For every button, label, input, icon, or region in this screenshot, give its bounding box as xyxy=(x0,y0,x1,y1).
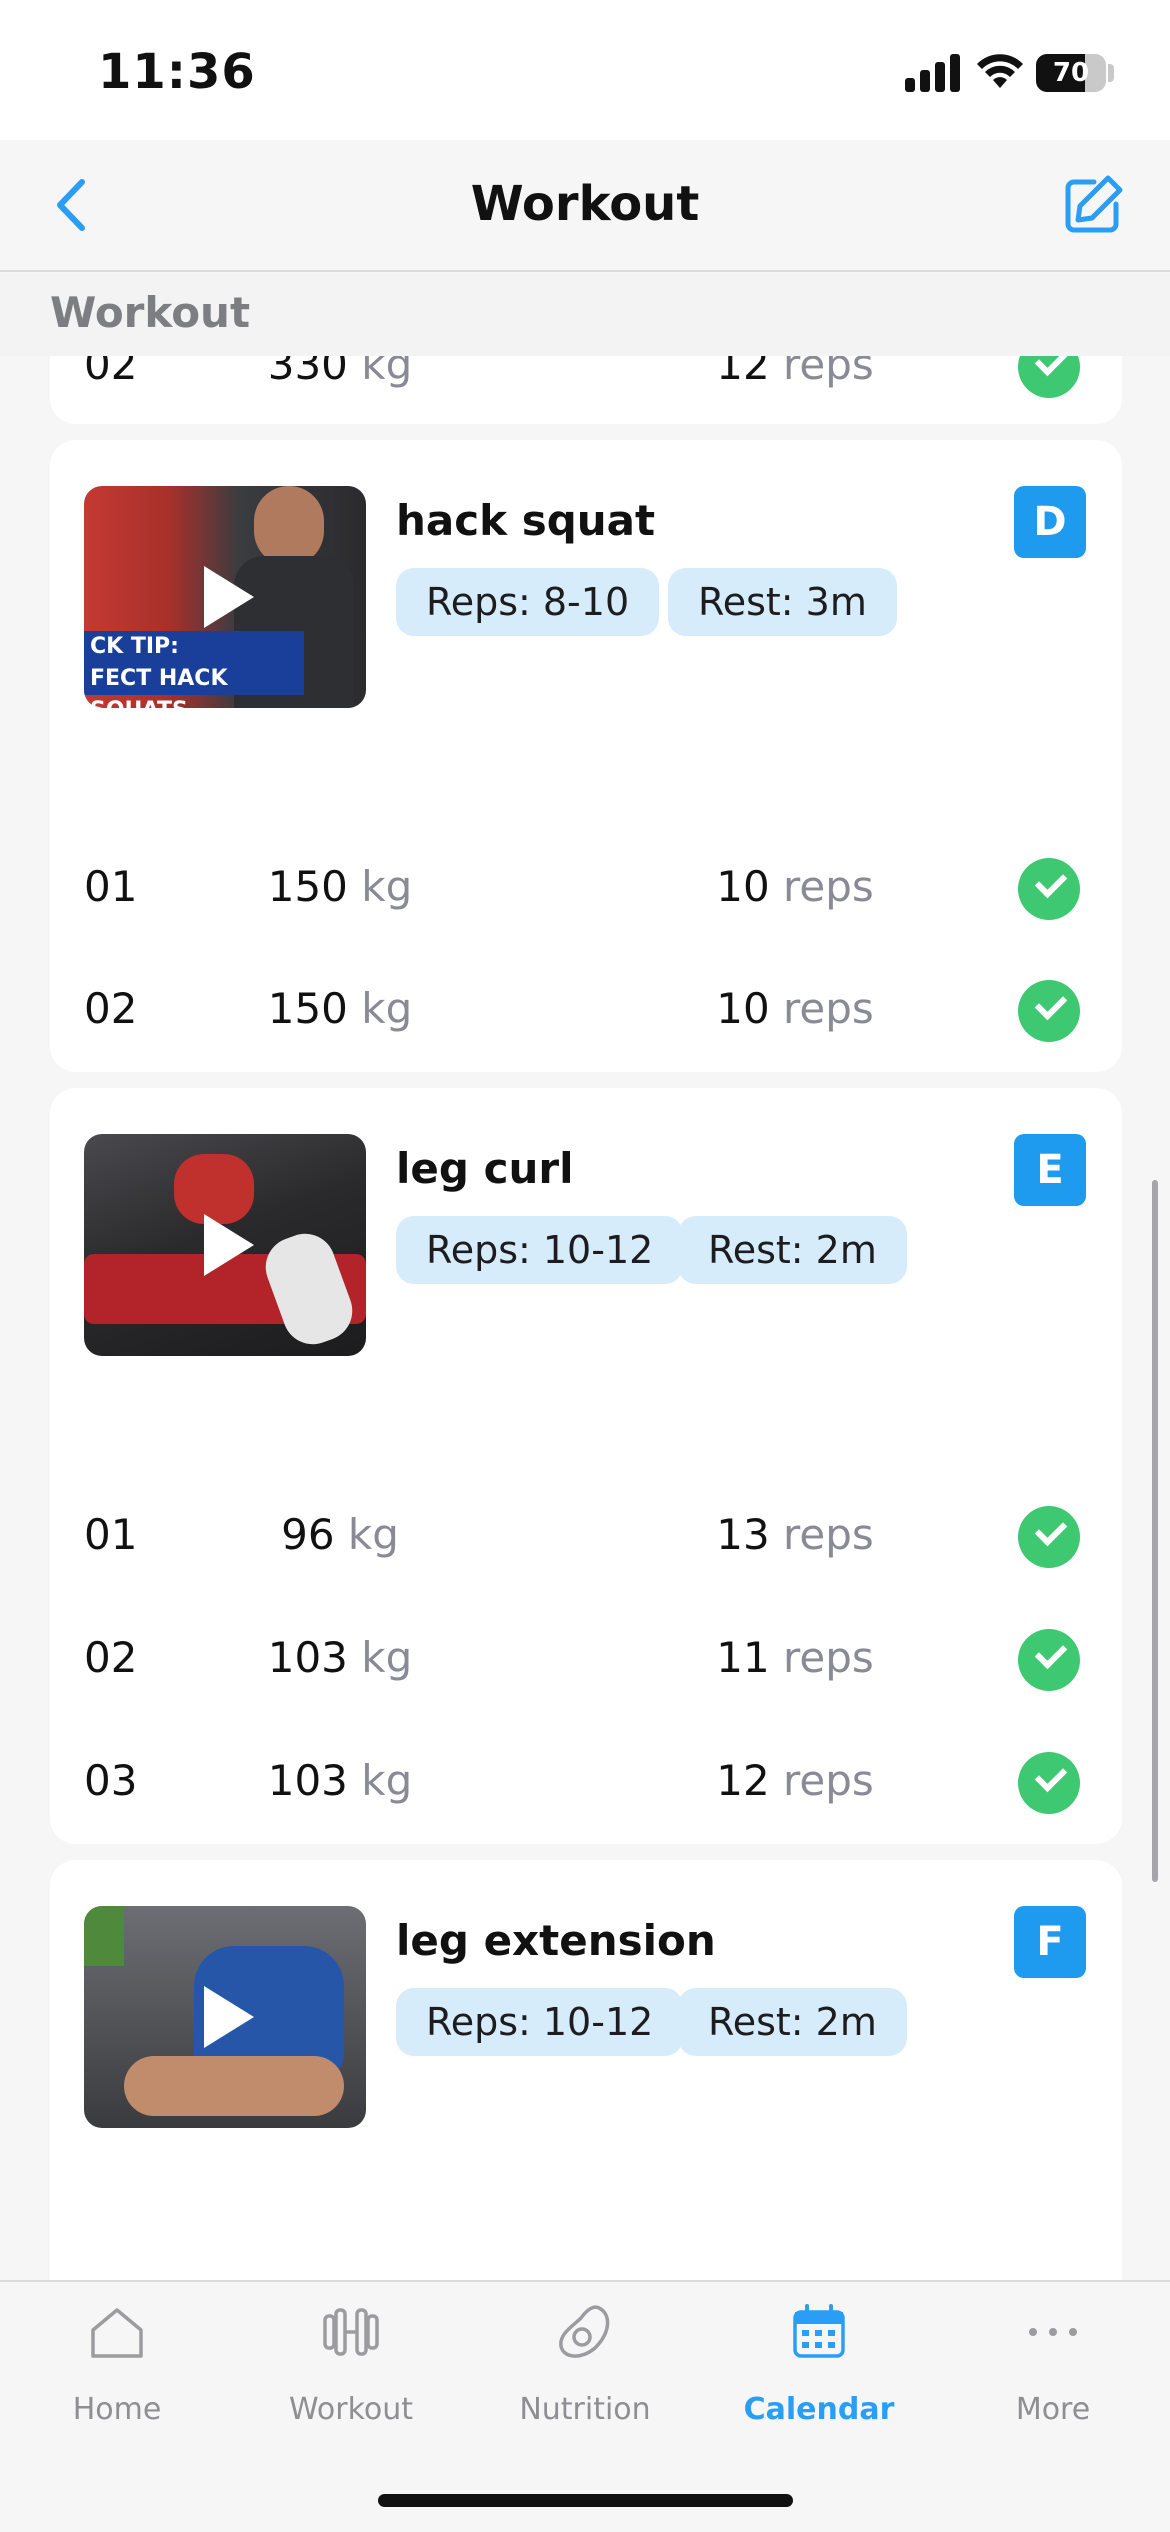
battery-cap xyxy=(1108,64,1114,82)
tab-more[interactable]: More xyxy=(936,2302,1170,2452)
exercise-video-thumbnail[interactable] xyxy=(84,1906,366,2128)
set-weight: 150 kg xyxy=(267,862,413,911)
reps-chip: Reps: 10-12 xyxy=(396,1988,684,2056)
check-icon[interactable] xyxy=(1018,1629,1080,1691)
wifi-icon xyxy=(977,54,1023,88)
tab-workout[interactable]: Workout xyxy=(234,2302,468,2452)
check-icon[interactable] xyxy=(1018,1752,1080,1814)
set-number: 02 xyxy=(84,1633,138,1682)
more-icon xyxy=(1029,2328,1077,2336)
video-caption: FECT HACK SQUATS xyxy=(84,663,304,708)
set-reps: 10 reps xyxy=(716,862,874,911)
tab-label: Home xyxy=(72,2392,162,2427)
battery-icon: 70 xyxy=(1036,54,1106,92)
exercise-name: leg curl xyxy=(396,1144,574,1193)
play-icon xyxy=(204,1986,254,2048)
tab-label: Workout xyxy=(288,2392,414,2427)
home-indicator xyxy=(378,2494,793,2507)
play-icon xyxy=(204,1214,254,1276)
set-number: 03 xyxy=(84,1756,138,1805)
tab-label: More xyxy=(1015,2392,1091,2427)
exercise-card-leg-extension: leg extension Reps: 10-12 Rest: 2m F xyxy=(50,1860,1122,2280)
set-row: 02 150 kg 10 reps xyxy=(50,976,1122,1046)
play-icon xyxy=(204,566,254,628)
avocado-icon xyxy=(559,2305,610,2358)
set-row: 03 103 kg 12 reps xyxy=(50,1748,1122,1818)
check-icon[interactable] xyxy=(1018,858,1080,920)
set-row: 02 103 kg 11 reps xyxy=(50,1625,1122,1695)
section-header: Workout xyxy=(0,274,1170,356)
status-time: 11:36 xyxy=(98,44,256,100)
set-reps: 12 reps xyxy=(716,1756,874,1805)
workout-content[interactable]: Workout 02 330 kg 12 reps CK TIP: FECT H… xyxy=(0,274,1170,2280)
exercise-video-thumbnail[interactable] xyxy=(84,1134,366,1356)
battery-level: 70 xyxy=(1052,58,1090,88)
superset-badge: D xyxy=(1014,486,1086,558)
reps-chip: Reps: 8-10 xyxy=(396,568,660,636)
scrollbar[interactable] xyxy=(1152,1180,1158,1882)
tab-label: Nutrition xyxy=(519,2392,651,2427)
home-icon xyxy=(91,2308,143,2358)
status-bar: 11:36 70 xyxy=(0,0,1170,140)
set-weight: 96 kg xyxy=(281,1510,399,1559)
page-title: Workout xyxy=(470,176,700,232)
tab-calendar[interactable]: Calendar xyxy=(702,2302,936,2452)
navigation-bar: Workout xyxy=(0,140,1170,272)
rest-chip: Rest: 2m xyxy=(678,1216,907,1284)
tab-nutrition[interactable]: Nutrition xyxy=(468,2302,702,2452)
exercise-name: hack squat xyxy=(396,496,656,545)
check-icon[interactable] xyxy=(1018,980,1080,1042)
superset-badge: F xyxy=(1014,1906,1086,1978)
set-row: 01 150 kg 10 reps xyxy=(50,854,1122,924)
set-reps: 10 reps xyxy=(716,984,874,1033)
set-number: 01 xyxy=(84,1510,138,1559)
tab-label: Calendar xyxy=(743,2392,895,2427)
set-reps: 11 reps xyxy=(716,1633,874,1682)
tab-home[interactable]: Home xyxy=(0,2302,234,2452)
exercise-name: leg extension xyxy=(396,1916,716,1965)
cellular-signal-icon xyxy=(905,52,961,92)
calendar-icon xyxy=(793,2304,845,2358)
set-number: 02 xyxy=(84,984,138,1033)
check-icon[interactable] xyxy=(1018,1506,1080,1568)
exercise-video-thumbnail[interactable]: CK TIP: FECT HACK SQUATS xyxy=(84,486,366,708)
video-caption: CK TIP: xyxy=(84,631,304,663)
set-number: 01 xyxy=(84,862,138,911)
section-header-title: Workout xyxy=(50,288,251,337)
edit-button[interactable] xyxy=(1058,170,1128,240)
superset-badge: E xyxy=(1014,1134,1086,1206)
rest-chip: Rest: 2m xyxy=(678,1988,907,2056)
exercise-card-hack-squat: CK TIP: FECT HACK SQUATS hack squat Reps… xyxy=(50,440,1122,1072)
rest-chip: Rest: 3m xyxy=(668,568,897,636)
set-row: 01 96 kg 13 reps xyxy=(50,1502,1122,1572)
set-reps: 13 reps xyxy=(716,1510,874,1559)
set-weight: 103 kg xyxy=(267,1756,413,1805)
exercise-card-leg-curl: leg curl Reps: 10-12 Rest: 2m E 01 96 kg… xyxy=(50,1088,1122,1844)
set-weight: 150 kg xyxy=(267,984,413,1033)
reps-chip: Reps: 10-12 xyxy=(396,1216,684,1284)
dumbbell-icon xyxy=(323,2308,379,2356)
set-weight: 103 kg xyxy=(267,1633,413,1682)
